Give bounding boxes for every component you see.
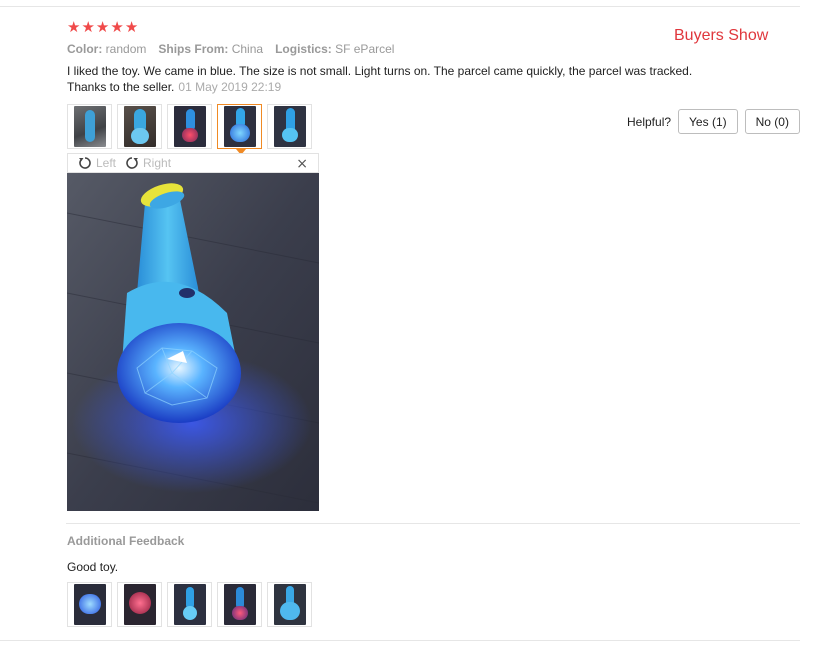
rotate-left-label: Left xyxy=(96,156,117,170)
rotate-right-button[interactable]: Right xyxy=(125,156,171,170)
review-photo-thumb[interactable] xyxy=(117,104,162,149)
review-photo-strip xyxy=(67,104,312,155)
review-photo-thumb[interactable] xyxy=(267,104,312,149)
thumb-image xyxy=(273,584,306,625)
thumb-image xyxy=(73,584,106,625)
logistics-value: SF eParcel xyxy=(335,42,395,56)
ships-key: Ships From: xyxy=(158,42,229,56)
thumb-image xyxy=(223,106,256,147)
rotate-right-label: Right xyxy=(143,156,172,170)
order-meta: Color: random Ships From: China Logistic… xyxy=(67,42,394,56)
thumb-image xyxy=(173,584,206,625)
section-divider xyxy=(66,523,800,524)
bottom-divider xyxy=(0,640,800,641)
additional-feedback-title: Additional Feedback xyxy=(67,534,185,548)
thumb-image xyxy=(73,106,106,147)
ships-value: China xyxy=(231,42,264,56)
additional-photo-strip xyxy=(67,582,312,627)
additional-photo-thumb[interactable] xyxy=(67,582,112,627)
helpful-label: Helpful? xyxy=(627,114,672,129)
additional-feedback-text: Good toy. xyxy=(67,560,119,574)
review-body: I liked the toy. We came in blue. The si… xyxy=(67,64,693,94)
photo-viewer-toolbar: Left Right × xyxy=(67,153,319,173)
thumb-image xyxy=(123,584,156,625)
review-photo-thumb-selected[interactable] xyxy=(217,104,262,155)
rotate-right-icon xyxy=(126,157,139,169)
helpful-vote: Helpful? Yes (1) No (0) xyxy=(627,109,800,134)
ships-meta: Ships From: China xyxy=(158,42,263,56)
star-icon: ★ xyxy=(110,18,124,36)
additional-photo-thumb[interactable] xyxy=(217,582,262,627)
close-icon[interactable]: × xyxy=(296,156,308,172)
rotate-left-icon xyxy=(79,157,91,169)
thumb-image xyxy=(273,106,306,147)
thumb-image xyxy=(123,106,156,147)
buyers-show-label: Buyers Show xyxy=(674,27,769,44)
thumb-image xyxy=(223,584,256,625)
thumb-image xyxy=(173,106,206,147)
additional-photo-thumb[interactable] xyxy=(167,582,212,627)
top-divider xyxy=(0,6,800,7)
star-icon: ★ xyxy=(124,18,139,36)
star-icon: ★ xyxy=(95,18,110,36)
enlarged-review-photo xyxy=(67,173,319,511)
review-date: 01 May 2019 22:19 xyxy=(178,80,282,94)
logistics-key: Logistics: xyxy=(275,42,332,56)
review-photo-thumb[interactable] xyxy=(67,104,112,149)
star-icon: ★ xyxy=(81,18,95,36)
helpful-no-button[interactable]: No (0) xyxy=(744,109,800,134)
logistics-meta: Logistics: SF eParcel xyxy=(275,42,394,56)
rotate-left-button[interactable]: Left xyxy=(78,156,116,170)
rating-stars: ★ ★ ★ ★ ★ xyxy=(67,19,138,35)
color-key: Color: xyxy=(67,42,103,56)
color-value: random xyxy=(105,42,147,56)
review-text: I liked the toy. We came in blue. The si… xyxy=(67,63,707,95)
star-icon: ★ xyxy=(67,18,81,36)
flashlight-toy-image xyxy=(67,173,319,511)
additional-photo-thumb[interactable] xyxy=(267,582,312,627)
additional-photo-thumb[interactable] xyxy=(117,582,162,627)
color-meta: Color: random xyxy=(67,42,146,56)
helpful-yes-button[interactable]: Yes (1) xyxy=(678,109,738,134)
review-photo-thumb[interactable] xyxy=(167,104,212,149)
